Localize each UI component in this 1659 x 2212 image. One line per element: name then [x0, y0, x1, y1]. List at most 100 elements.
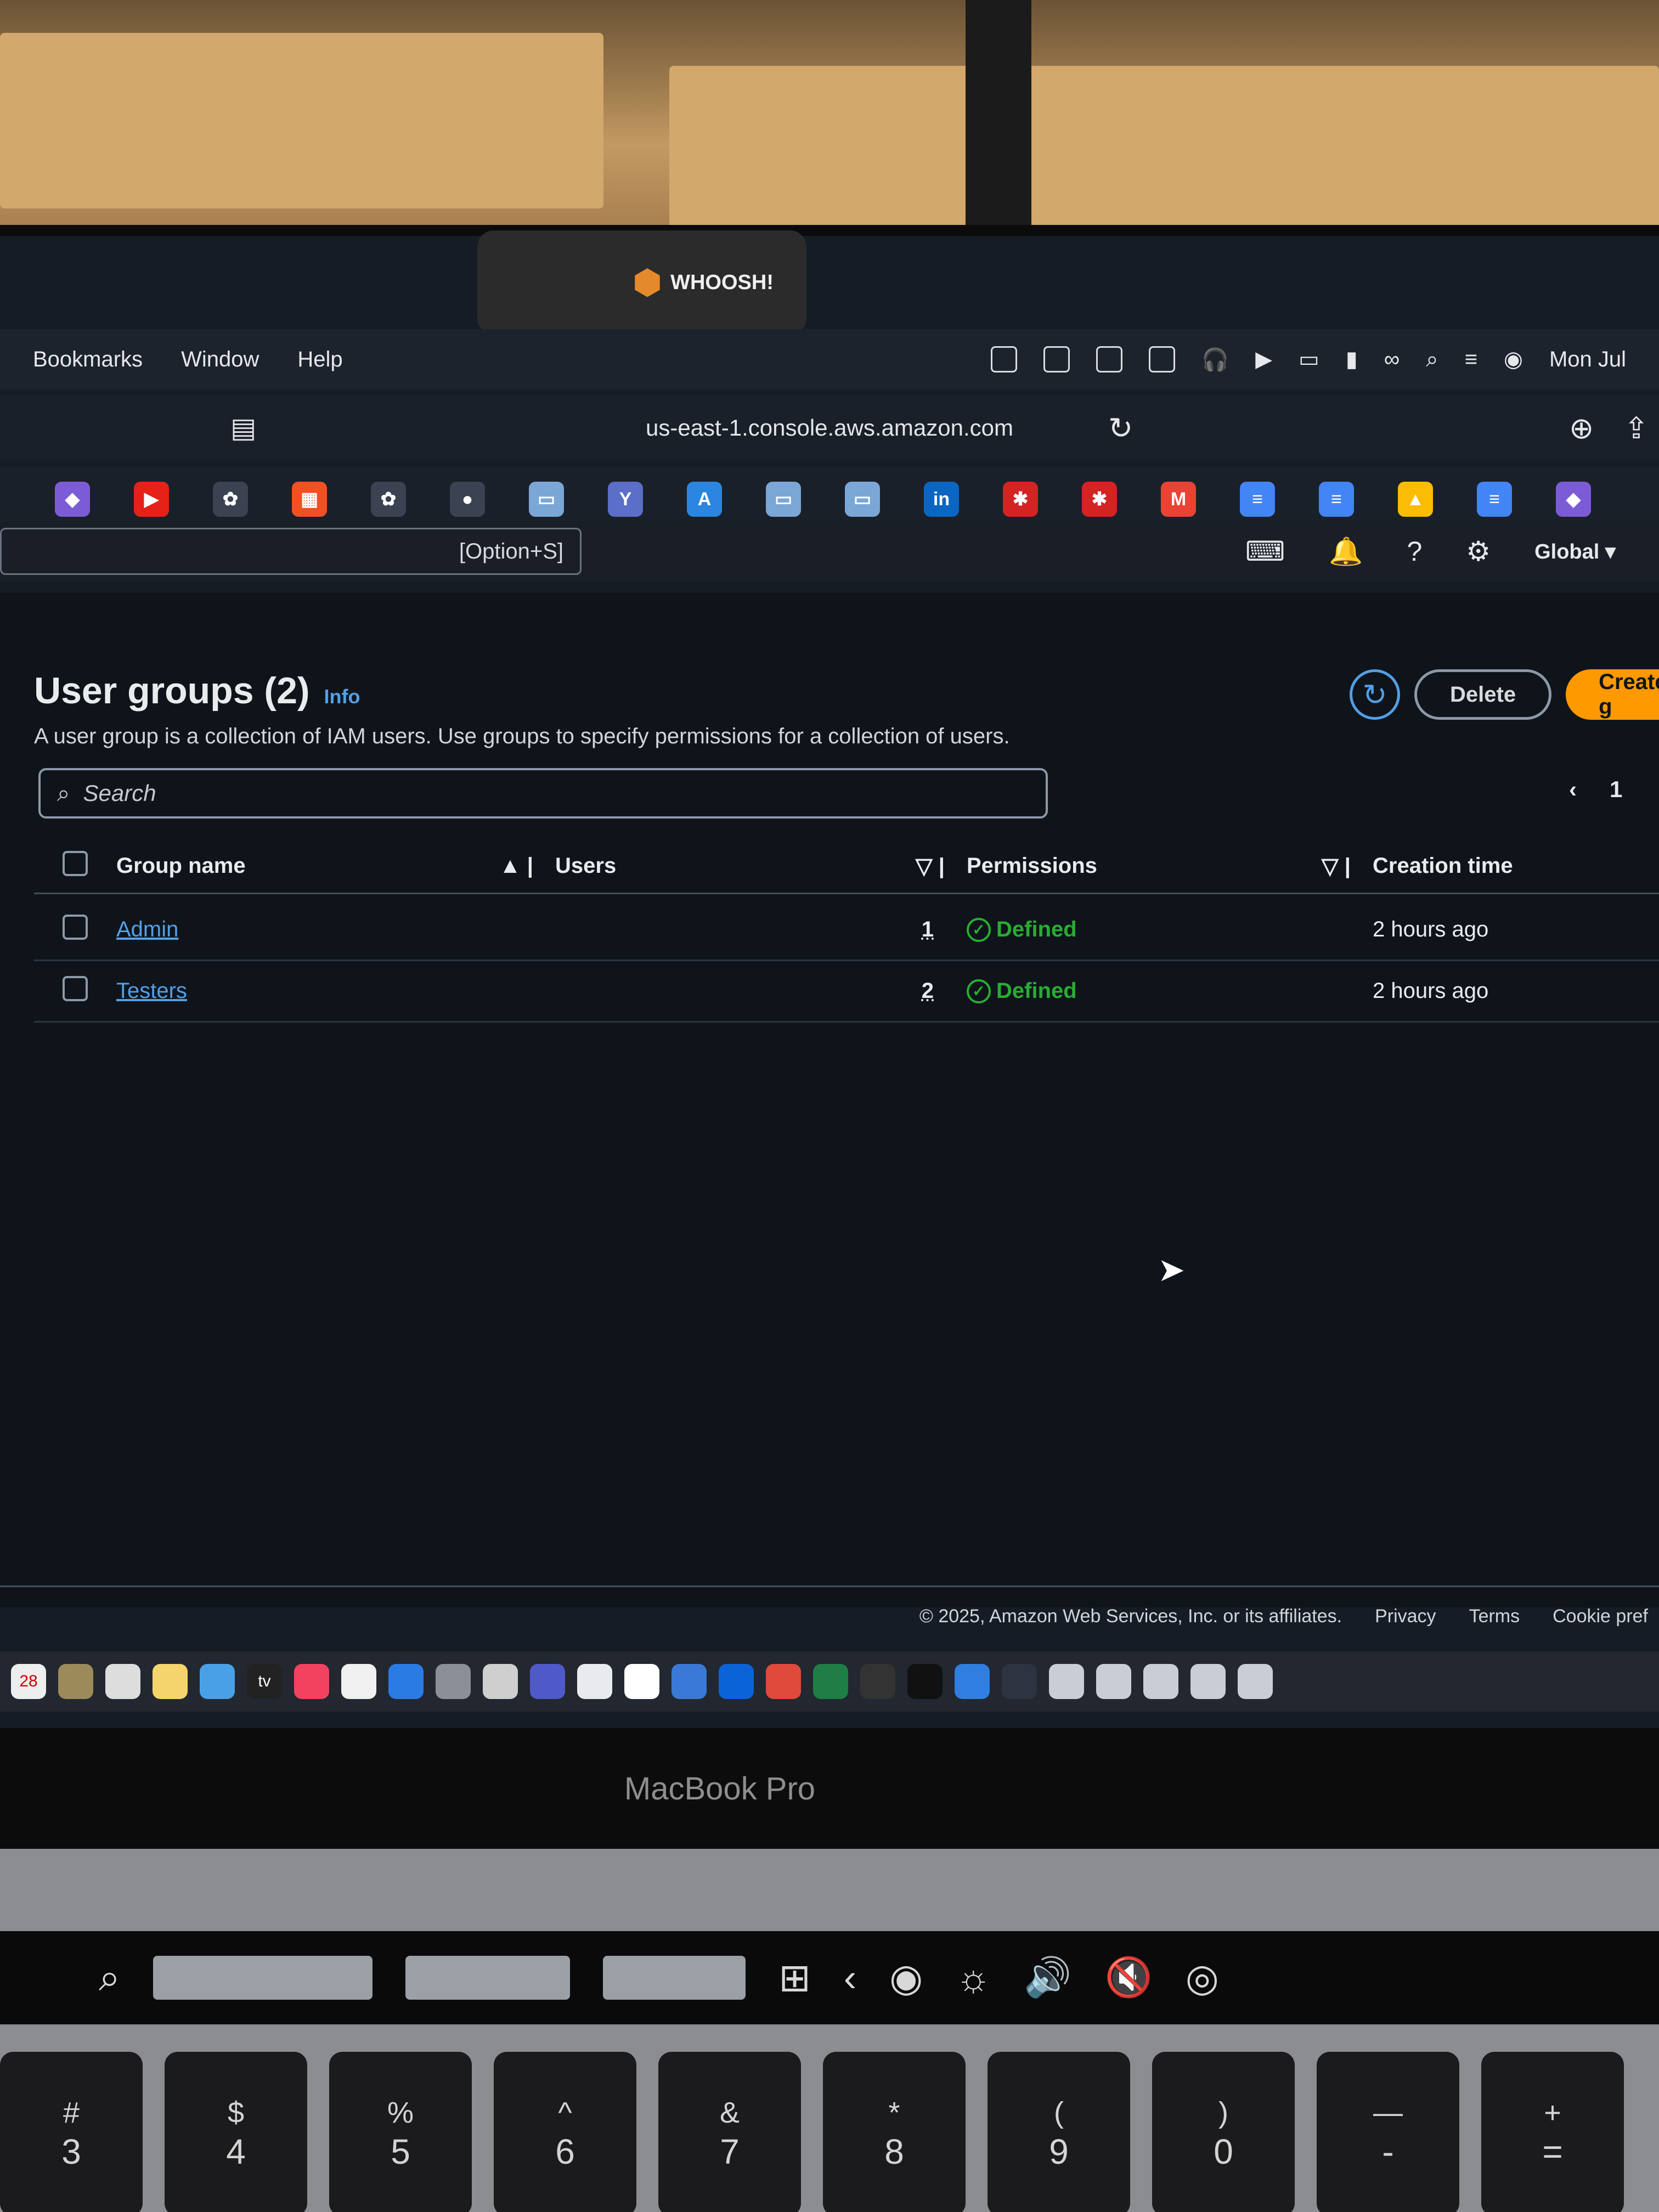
- teams-app-icon[interactable]: [530, 1664, 565, 1699]
- docs-bookmark-icon-3[interactable]: ≡: [1477, 482, 1512, 517]
- region-selector[interactable]: Global ▾: [1534, 539, 1616, 564]
- key-8[interactable]: * 8: [823, 2052, 966, 2212]
- yelp-bookmark-icon[interactable]: ✱: [1003, 482, 1038, 517]
- headphones-icon[interactable]: 🎧: [1201, 347, 1229, 373]
- docs-bookmark-icon[interactable]: ≡: [1240, 482, 1275, 517]
- touchbar-thumbnails[interactable]: [405, 1956, 571, 2000]
- search-icon[interactable]: ⌕: [99, 1955, 120, 2000]
- select-all-checkbox[interactable]: [63, 850, 88, 876]
- download-icon[interactable]: ⊕: [1569, 411, 1594, 445]
- terminal-app-icon[interactable]: [907, 1664, 943, 1699]
- key-6[interactable]: ^ 6: [494, 2052, 636, 2212]
- settings-app-icon[interactable]: [436, 1664, 471, 1699]
- terms-link[interactable]: Terms: [1469, 1606, 1520, 1627]
- menubar-clock[interactable]: Mon Jul: [1549, 347, 1626, 372]
- play-icon[interactable]: ▶: [1255, 347, 1272, 372]
- window-thumbnail[interactable]: [1143, 1664, 1178, 1699]
- reload-icon[interactable]: ↻: [1108, 411, 1133, 445]
- app-icon[interactable]: [1002, 1664, 1037, 1699]
- cookie-preferences-link[interactable]: Cookie pref: [1553, 1606, 1648, 1627]
- create-group-button[interactable]: Create g: [1566, 669, 1659, 720]
- key-5[interactable]: % 5: [329, 2052, 472, 2212]
- openai-bookmark-icon[interactable]: ✿: [213, 482, 248, 517]
- key-9[interactable]: (9: [988, 2052, 1130, 2212]
- bookmark-icon[interactable]: ▭: [845, 482, 880, 517]
- chevron-left-icon[interactable]: ‹: [844, 1956, 856, 2000]
- freeform-app-icon[interactable]: [200, 1664, 235, 1699]
- key-0[interactable]: ) 0: [1152, 2052, 1295, 2212]
- microsoft-bookmark-icon[interactable]: ▦: [292, 482, 327, 517]
- appstore-app-icon[interactable]: [388, 1664, 424, 1699]
- gmail-bookmark-icon[interactable]: M: [1161, 482, 1196, 517]
- column-group-name[interactable]: Group name ▲ |: [116, 854, 555, 878]
- share-icon[interactable]: ⇪: [1624, 411, 1649, 445]
- key-3[interactable]: #3: [0, 2052, 143, 2212]
- menu-help[interactable]: Help: [297, 347, 342, 372]
- cloudshell-icon[interactable]: ⌨: [1245, 535, 1285, 567]
- menu-bookmarks[interactable]: Bookmarks: [33, 347, 143, 372]
- news-app-icon[interactable]: [341, 1664, 376, 1699]
- github-bookmark-icon[interactable]: ●: [450, 482, 485, 517]
- teams-tray-icon[interactable]: [1096, 346, 1123, 373]
- settings-gear-icon[interactable]: ⚙: [1466, 535, 1491, 567]
- bookmark-icon[interactable]: ▭: [766, 482, 801, 517]
- search-input[interactable]: ⌕ Search: [38, 768, 1048, 819]
- key-7[interactable]: & 7: [658, 2052, 801, 2212]
- notion-app-icon[interactable]: [624, 1664, 659, 1699]
- control-center-icon[interactable]: ≡: [1465, 347, 1477, 372]
- help-icon[interactable]: ?: [1407, 535, 1422, 567]
- column-creation-time[interactable]: Creation time: [1373, 854, 1647, 878]
- wps-app-icon[interactable]: [766, 1664, 801, 1699]
- menu-window[interactable]: Window: [181, 347, 259, 372]
- column-users[interactable]: Users ▽ |: [555, 854, 967, 879]
- linkedin-bookmark-icon[interactable]: in: [924, 482, 959, 517]
- current-page[interactable]: 1: [1610, 776, 1622, 803]
- appstore-bookmark-icon[interactable]: A: [687, 482, 722, 517]
- users-count[interactable]: 2: [555, 979, 967, 1003]
- yelp-bookmark-icon-2[interactable]: ✱: [1082, 482, 1117, 517]
- reminders-app-icon[interactable]: [105, 1664, 140, 1699]
- info-link[interactable]: Info: [324, 685, 360, 708]
- docs-bookmark-icon-2[interactable]: ≡: [1319, 482, 1354, 517]
- privacy-link[interactable]: Privacy: [1375, 1606, 1436, 1627]
- notifications-bell-icon[interactable]: 🔔: [1329, 535, 1363, 568]
- drive-bookmark-icon[interactable]: ▲: [1398, 482, 1433, 517]
- aws-cube-bookmark-icon[interactable]: ◆: [55, 482, 90, 517]
- volume-icon[interactable]: 🔊: [1024, 1955, 1071, 2000]
- group-name-link[interactable]: Admin: [116, 917, 178, 941]
- siri-icon[interactable]: ◉: [1504, 347, 1523, 372]
- appletv-app-icon[interactable]: tv: [247, 1664, 282, 1699]
- group-name-link[interactable]: Testers: [116, 979, 187, 1003]
- url-text[interactable]: us-east-1.console.aws.amazon.com: [646, 415, 1013, 441]
- sidebar-toggle-icon[interactable]: ▤: [230, 412, 256, 444]
- sort-icon[interactable]: ▽ |: [916, 854, 945, 879]
- sort-icon[interactable]: ▽ |: [1322, 854, 1351, 879]
- music-app-icon[interactable]: [294, 1664, 329, 1699]
- brightness-icon[interactable]: ☼: [956, 1956, 991, 2000]
- window-thumbnail[interactable]: [1238, 1664, 1273, 1699]
- github-desktop-app-icon[interactable]: [860, 1664, 895, 1699]
- touchbar-thumbnails[interactable]: [603, 1956, 746, 2000]
- key-minus[interactable]: — -: [1317, 2052, 1459, 2212]
- siri-icon[interactable]: ◉: [889, 1955, 923, 2000]
- users-count[interactable]: 1: [555, 917, 967, 942]
- openai-bookmark-icon-2[interactable]: ✿: [371, 482, 406, 517]
- wps-tray-icon[interactable]: [991, 346, 1018, 373]
- row-checkbox[interactable]: [63, 975, 88, 1001]
- mute-icon[interactable]: 🔇: [1105, 1955, 1153, 2000]
- delete-button[interactable]: Delete: [1414, 669, 1552, 720]
- outlook-app-icon[interactable]: [719, 1664, 754, 1699]
- yahoo-bookmark-icon[interactable]: Y: [608, 482, 643, 517]
- youtube-bookmark-icon[interactable]: ▶: [134, 482, 169, 517]
- safari-app-icon[interactable]: [955, 1664, 990, 1699]
- remote-desktop-app-icon[interactable]: [672, 1664, 707, 1699]
- key-equals[interactable]: + =: [1481, 2052, 1624, 2212]
- new-tab-icon[interactable]: ⊞: [778, 1955, 811, 2000]
- spotlight-icon[interactable]: ⌕: [1426, 347, 1438, 372]
- app-icon[interactable]: [483, 1664, 518, 1699]
- display-icon[interactable]: ▭: [1299, 347, 1319, 372]
- touchbar-thumbnails[interactable]: [153, 1956, 373, 2000]
- row-checkbox[interactable]: [63, 914, 88, 940]
- aws-cube-bookmark-icon-2[interactable]: ◆: [1556, 482, 1591, 517]
- notes-app-icon[interactable]: [153, 1664, 188, 1699]
